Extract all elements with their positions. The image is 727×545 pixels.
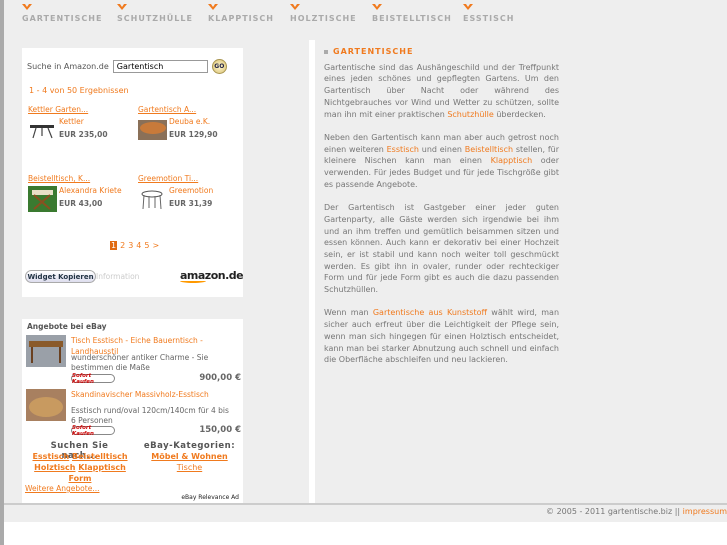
page-2[interactable]: 2	[120, 241, 125, 250]
product-card: Greemotion Ti... Greemotion EUR 31,39	[138, 174, 243, 210]
link-tische[interactable]: Tische	[177, 463, 202, 472]
text: Der Gartentisch ist Gastgeber einer jede…	[324, 203, 559, 295]
chevron-down-icon	[372, 4, 382, 10]
chevron-down-icon	[117, 4, 127, 10]
product-link[interactable]: Gartentisch A...	[138, 105, 243, 114]
inline-link[interactable]: Schutzhülle	[447, 110, 493, 119]
impressum-link[interactable]: impressum	[683, 507, 727, 516]
nav-klapptisch[interactable]: KLAPPTISCH	[208, 4, 274, 23]
product-seller: Deuba e.K.	[169, 117, 211, 126]
product-seller: Alexandra Kriete	[59, 186, 122, 195]
page-4[interactable]: 4	[136, 241, 141, 250]
amazon-widget: Suche in Amazon.de GO 1 - 4 von 50 Ergeb…	[22, 48, 244, 297]
item-image[interactable]	[26, 335, 66, 367]
paragraph: Wenn man Gartentische aus Kunststoff wäh…	[324, 307, 559, 366]
more-offers-link[interactable]: Weitere Angebote...	[25, 484, 99, 493]
page-3[interactable]: 3	[128, 241, 133, 250]
inline-link[interactable]: Gartentische aus Kunststoff	[373, 308, 487, 317]
product-link[interactable]: Kettler Garten...	[28, 105, 133, 114]
product-price: EUR 235,00	[59, 130, 108, 139]
product-card: Beistelltisch, K... Alexandra Kriete EUR…	[28, 174, 133, 212]
text: und einen	[419, 144, 465, 154]
nav-gartentische[interactable]: GARTENTISCHE	[22, 4, 102, 23]
bottom-strip	[4, 522, 727, 545]
product-image[interactable]	[138, 186, 167, 212]
text: überdecken.	[493, 109, 546, 119]
amazon-search: Suche in Amazon.de GO	[27, 59, 227, 74]
nav-esstisch[interactable]: ESSTISCH	[463, 4, 514, 23]
results-count: 1 - 4 von 50 Ergebnissen	[29, 86, 129, 95]
link-esstisch[interactable]: Esstisch	[32, 452, 69, 461]
product-card: Gartentisch A... Deuba e.K. EUR 129,90	[138, 105, 243, 140]
category-links: Möbel & Wohnen Tische	[142, 451, 237, 473]
information-link[interactable]: Information	[96, 272, 139, 281]
copyright: © 2005 - 2011 gartentische.biz ||	[546, 507, 683, 516]
product-price: EUR 31,39	[169, 199, 213, 208]
item-title[interactable]: Skandinavischer Massivholz-Esstisch	[71, 389, 236, 400]
amazon-logo[interactable]: amazon.de	[180, 269, 244, 283]
search-label: Suche in Amazon.de	[27, 62, 109, 71]
sofort-kaufen-badge[interactable]: Sofort Kaufen	[71, 425, 115, 437]
chevron-down-icon	[208, 4, 218, 10]
item-price: 150,00 €	[199, 425, 241, 435]
footer: © 2005 - 2011 gartentische.biz || impres…	[546, 507, 727, 516]
item-price: 900,00 €	[199, 373, 241, 383]
ebay-widget: Angebote bei eBay Tisch Esstisch - Eiche…	[22, 319, 243, 504]
nav-holztische[interactable]: HOLZTISCHE	[290, 4, 357, 23]
left-border	[0, 0, 4, 545]
chevron-down-icon	[463, 4, 473, 10]
go-button[interactable]: GO	[211, 59, 227, 74]
article-body: Gartentische sind das Aushängeschild und…	[324, 62, 559, 366]
page-1[interactable]: 1	[110, 241, 118, 250]
nav-beistelltisch[interactable]: BEISTELLTISCH	[372, 4, 452, 23]
category-heading: eBay-Kategorien:	[143, 441, 236, 451]
product-link[interactable]: Beistelltisch, K...	[28, 174, 133, 183]
chevron-down-icon	[290, 4, 300, 10]
link-beistelltisch[interactable]: Beistelltisch	[72, 452, 128, 461]
product-seller: Greemotion	[169, 186, 214, 195]
inline-link[interactable]: Klapptisch	[491, 156, 533, 165]
link-klapptisch[interactable]: Klapptisch	[78, 463, 126, 472]
sofort-kaufen-badge[interactable]: Sofort Kaufen	[71, 373, 115, 385]
inline-link[interactable]: Beistelltisch	[465, 145, 513, 154]
bullet-icon	[324, 49, 328, 54]
item-description: wunderschöner antiker Charme - Sie besti…	[71, 353, 209, 372]
column-divider	[309, 40, 315, 505]
product-link[interactable]: Greemotion Ti...	[138, 174, 243, 183]
product-card: Kettler Garten... Kettler EUR 235,00	[28, 105, 133, 139]
main-content: GARTENTISCHE Gartentische sind das Aushä…	[324, 46, 559, 378]
widget-copy-button[interactable]: Widget Kopieren	[25, 270, 96, 283]
paragraph: Neben den Gartentisch kann man aber auch…	[324, 132, 559, 191]
link-moebel-wohnen[interactable]: Möbel & Wohnen	[151, 452, 227, 461]
footer-divider	[4, 503, 727, 505]
product-seller: Kettler	[59, 117, 84, 126]
product-image[interactable]	[28, 186, 57, 212]
link-form[interactable]: Form	[69, 474, 92, 483]
page-5[interactable]: 5	[144, 241, 149, 250]
paragraph: Der Gartentisch ist Gastgeber einer jede…	[324, 202, 559, 296]
link-holztisch[interactable]: Holztisch	[34, 463, 75, 472]
product-image[interactable]	[138, 117, 167, 143]
page-title: GARTENTISCHE	[324, 46, 559, 58]
paragraph: Gartentische sind das Aushängeschild und…	[324, 62, 559, 121]
product-price: EUR 129,90	[169, 130, 218, 139]
next-page[interactable]: >	[152, 241, 159, 250]
text: Wenn man	[324, 308, 373, 318]
search-input[interactable]	[112, 60, 208, 73]
ebay-heading: Angebote bei eBay	[27, 322, 107, 331]
search-links: Esstisch Beistelltisch Holztisch Klappti…	[24, 451, 136, 484]
item-image[interactable]	[26, 389, 66, 421]
chevron-down-icon	[22, 4, 32, 10]
nav-schutzhuelle[interactable]: SCHUTZHÜLLE	[117, 4, 193, 23]
item-description: Esstisch rund/oval 120cm/140cm für 4 bis…	[71, 406, 229, 425]
product-image[interactable]	[28, 117, 57, 143]
pagination: 1 2 3 4 5 >	[110, 241, 159, 250]
inline-link[interactable]: Esstisch	[387, 145, 419, 154]
product-price: EUR 43,00	[59, 199, 103, 208]
relevance-ad-label: eBay Relevance Ad	[181, 494, 239, 501]
